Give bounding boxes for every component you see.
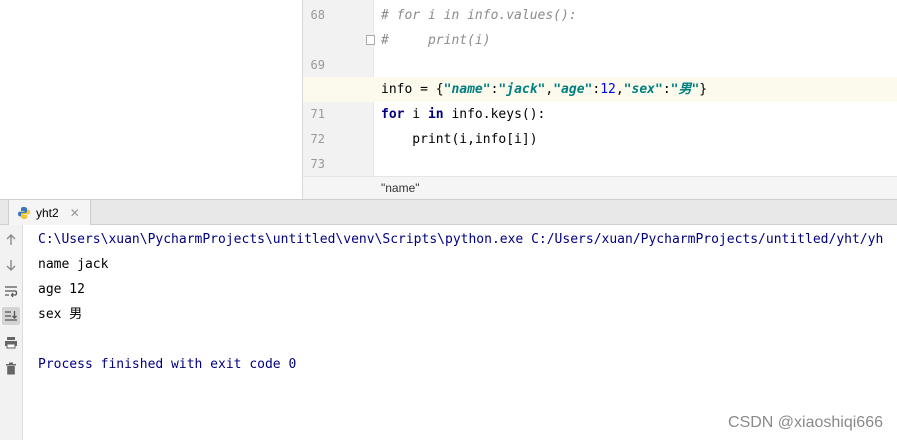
console-command-line[interactable]: C:\Users\xuan\PycharmProjects\untitled\v…: [38, 227, 883, 252]
arrow-down-icon[interactable]: [2, 256, 20, 274]
code-text: info = {"name":"jack","age":12,"sex":"男"…: [381, 82, 708, 97]
python-icon: [18, 206, 30, 219]
run-tab-label: yht2: [36, 205, 59, 220]
print-icon[interactable]: [2, 333, 20, 351]
soft-wrap-icon[interactable]: [2, 282, 20, 300]
scroll-to-end-icon[interactable]: [2, 307, 20, 325]
console-output-line: sex 男: [38, 307, 83, 322]
console-output-line: age 12: [38, 282, 85, 297]
trash-icon[interactable]: [2, 359, 20, 377]
console-exit-message: Process finished with exit code 0: [38, 357, 297, 372]
run-side-toolbar: [0, 225, 23, 440]
close-icon[interactable]: ✕: [70, 206, 80, 220]
code-line-71[interactable]: 71 info = {"name":"jack","age":12,"sex":…: [303, 77, 897, 121]
console-output-line: name jack: [38, 257, 109, 272]
code-line-69[interactable]: 69 # print(i): [303, 28, 897, 72]
code-line-70[interactable]: 70: [303, 53, 897, 97]
code-text: # for i in info.values():: [381, 8, 577, 23]
breadcrumb-bar: "name": [303, 176, 897, 199]
run-tab-yht2[interactable]: yht2 ✕: [8, 200, 91, 225]
breadcrumb[interactable]: "name": [381, 181, 420, 195]
code-line-68[interactable]: 68 # for i in info.values():: [303, 3, 897, 28]
project-panel: [0, 0, 303, 199]
code-text: # print(i): [381, 33, 491, 48]
line-number: 68: [310, 8, 325, 22]
code-line-72[interactable]: 72 for i in info.keys():: [303, 102, 897, 146]
code-line-73[interactable]: 73 print(i,info[i]): [303, 127, 897, 171]
run-tab-bar: yht2 ✕: [0, 199, 897, 225]
watermark-text: CSDN @xiaoshiqi666: [728, 414, 883, 431]
code-text: for i in info.keys():: [381, 107, 546, 122]
fold-marker-icon[interactable]: [366, 35, 375, 45]
arrow-up-icon[interactable]: [2, 231, 20, 249]
run-console[interactable]: C:\Users\xuan\PycharmProjects\untitled\v…: [23, 225, 897, 440]
line-number: 73: [310, 157, 325, 171]
code-editor[interactable]: 68 # for i in info.values(): 69 # print(…: [303, 0, 897, 176]
code-text: print(i,info[i]): [381, 132, 538, 147]
